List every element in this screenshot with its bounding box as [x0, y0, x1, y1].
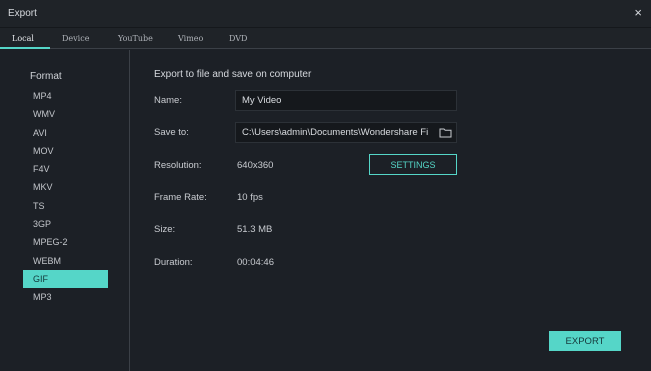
save-to-input[interactable] — [236, 123, 434, 142]
size-value: 51.3 MB — [237, 224, 273, 235]
tab-dvd[interactable]: DVD — [229, 34, 247, 43]
tab-local[interactable]: Local — [12, 34, 34, 43]
format-item-wmv[interactable]: WMV — [23, 105, 108, 123]
close-icon[interactable]: × — [634, 6, 642, 20]
tab-youtube[interactable]: YouTube — [118, 34, 153, 43]
title-bar: Export × — [0, 0, 651, 28]
format-heading: Format — [30, 71, 62, 82]
resolution-value: 640x360 — [237, 160, 274, 171]
format-item-mp3[interactable]: MP3 — [23, 288, 108, 306]
save-to-field — [235, 122, 457, 143]
name-input[interactable] — [235, 90, 457, 111]
window-title: Export — [8, 8, 37, 19]
section-title: Export to file and save on computer — [154, 69, 312, 80]
save-to-label: Save to: — [154, 127, 189, 138]
export-button[interactable]: EXPORT — [549, 331, 621, 351]
format-item-avi[interactable]: AVI — [23, 124, 108, 142]
format-item-mov[interactable]: MOV — [23, 142, 108, 160]
settings-button[interactable]: SETTINGS — [369, 154, 457, 175]
format-item-mkv[interactable]: MKV — [23, 178, 108, 196]
format-item-webm[interactable]: WEBM — [23, 252, 108, 270]
folder-icon[interactable] — [439, 127, 452, 138]
tab-device[interactable]: Device — [62, 34, 89, 43]
format-list: MP4 WMV AVI MOV F4V MKV TS 3GP MPEG-2 WE… — [23, 87, 108, 307]
duration-label: Duration: — [154, 257, 193, 268]
frame-rate-label: Frame Rate: — [154, 192, 207, 203]
duration-value: 00:04:46 — [237, 257, 274, 268]
export-settings-panel: Export to file and save on computer Name… — [131, 50, 651, 371]
frame-rate-value: 10 fps — [237, 192, 263, 203]
resolution-label: Resolution: — [154, 160, 202, 171]
tab-vimeo[interactable]: Vimeo — [178, 34, 203, 43]
format-item-mp4[interactable]: MP4 — [23, 87, 108, 105]
format-sidebar: Format MP4 WMV AVI MOV F4V MKV TS 3GP MP… — [0, 50, 130, 371]
tab-bar: Local Device YouTube Vimeo DVD — [0, 28, 651, 49]
active-tab-indicator — [0, 47, 50, 49]
name-label: Name: — [154, 95, 182, 106]
format-item-gif[interactable]: GIF — [23, 269, 108, 289]
format-item-ts[interactable]: TS — [23, 197, 108, 215]
size-label: Size: — [154, 224, 176, 235]
format-item-mpeg2[interactable]: MPEG-2 — [23, 233, 108, 251]
format-item-f4v[interactable]: F4V — [23, 160, 108, 178]
format-item-3gp[interactable]: 3GP — [23, 215, 108, 233]
